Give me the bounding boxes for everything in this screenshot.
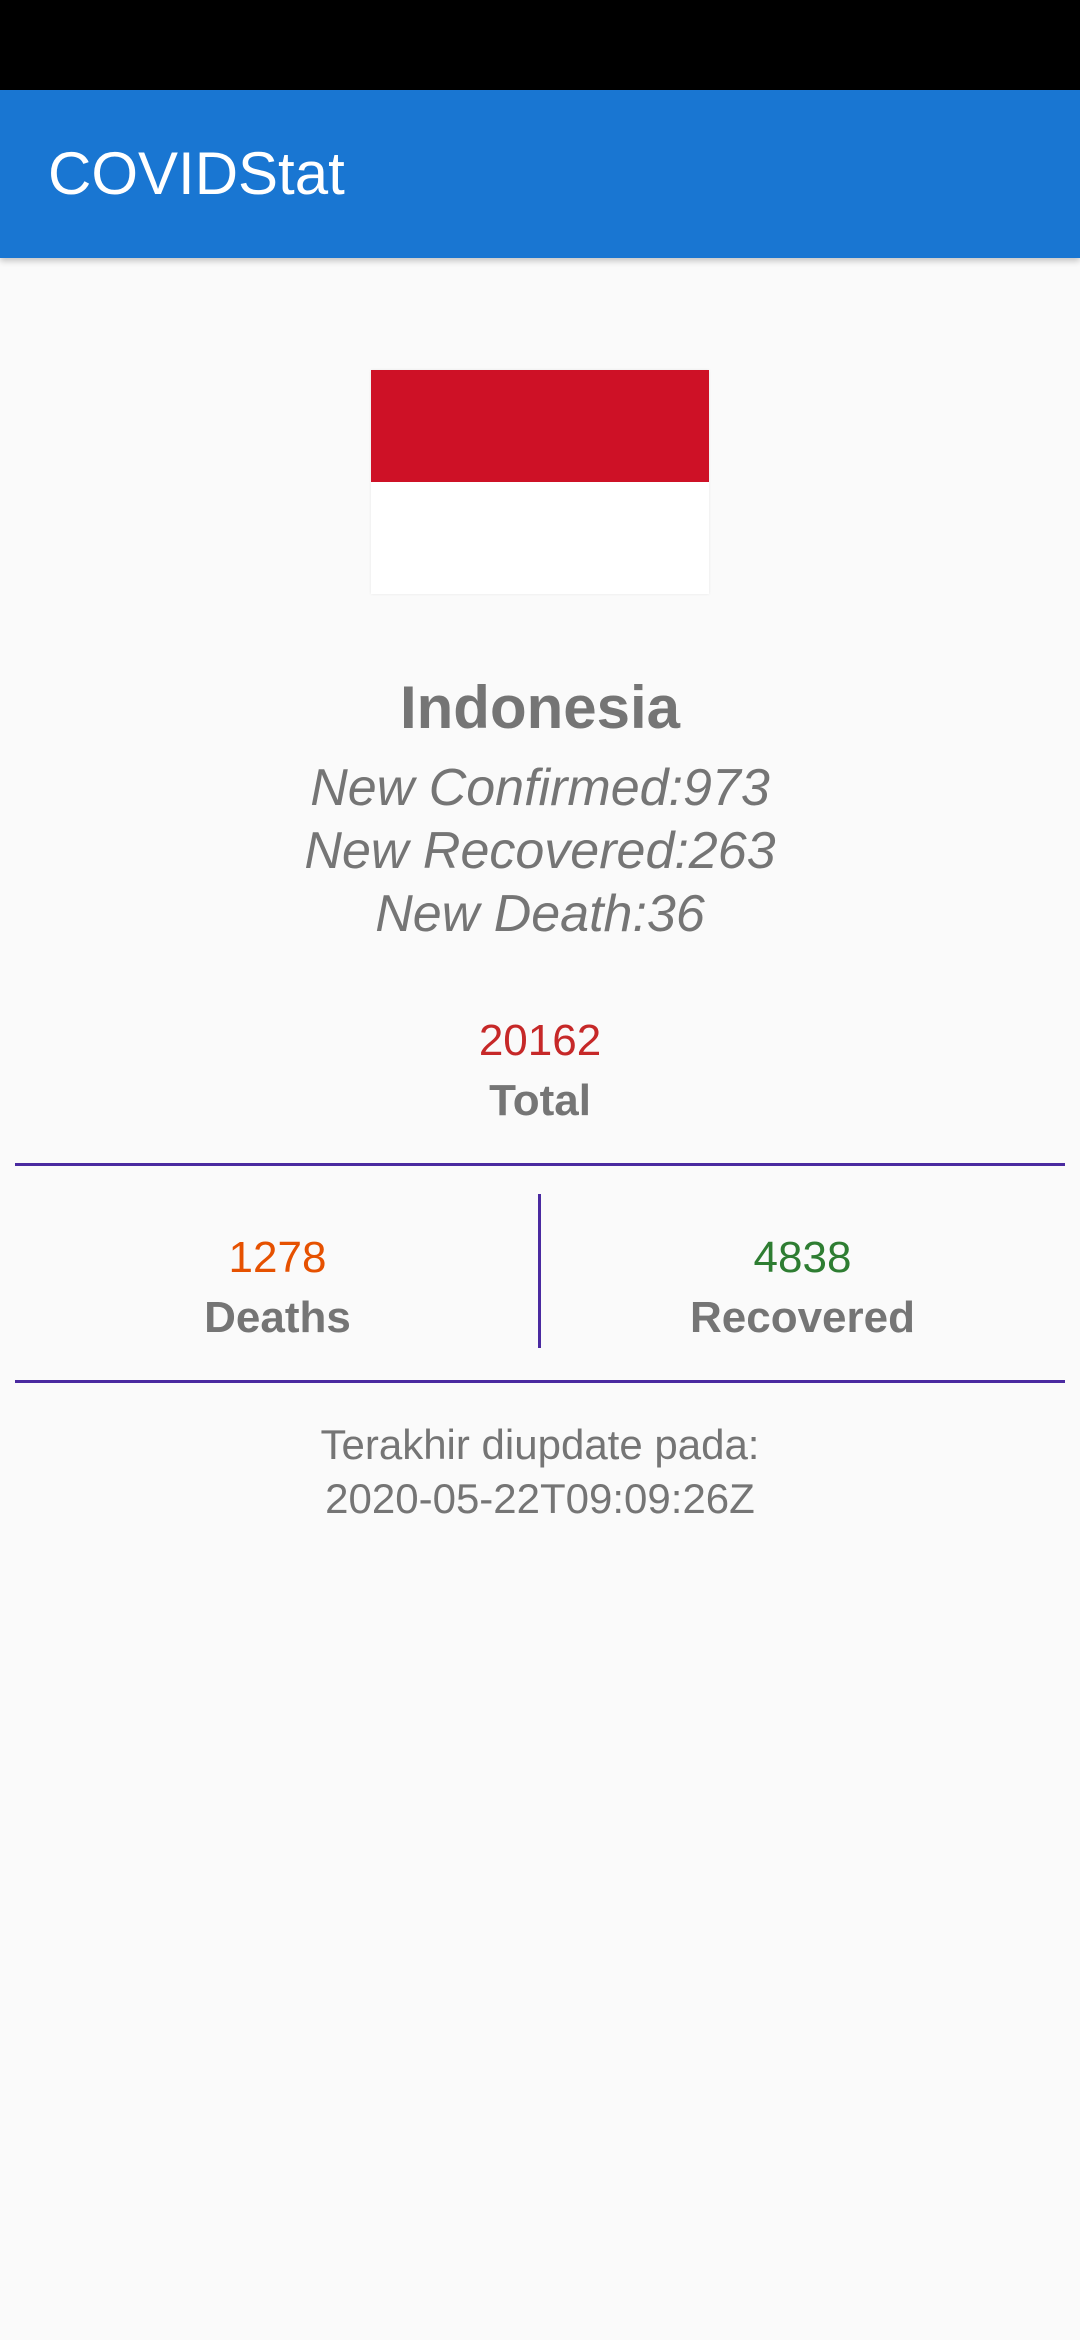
app-bar: COVIDStat xyxy=(0,90,1080,258)
recovered-label: Recovered xyxy=(689,1293,915,1342)
stats-divider-top xyxy=(15,1163,1065,1166)
new-recovered-text: New Recovered:263 xyxy=(304,822,776,880)
stats-divider-bottom xyxy=(15,1380,1065,1383)
total-cases-label: Total xyxy=(489,1076,591,1125)
new-death-text: New Death:36 xyxy=(375,885,705,943)
deaths-label: Deaths xyxy=(204,1293,351,1342)
last-updated-label: Terakhir diupdate pada: xyxy=(320,1421,760,1468)
country-flag-image xyxy=(371,370,709,594)
flag-red-stripe xyxy=(371,370,709,482)
status-bar xyxy=(0,0,1080,90)
country-name: Indonesia xyxy=(399,674,681,741)
recovered-stat: 4838 Recovered xyxy=(540,1228,1065,1348)
flag-white-stripe xyxy=(371,482,709,594)
total-cases-value: 20162 xyxy=(478,1016,602,1065)
main-content: Indonesia New Confirmed:973 New Recovere… xyxy=(0,258,1080,2340)
deaths-stat: 1278 Deaths xyxy=(15,1228,540,1348)
deaths-value: 1278 xyxy=(228,1233,327,1282)
last-updated-timestamp: 2020-05-22T09:09:26Z xyxy=(325,1475,755,1522)
new-confirmed-text: New Confirmed:973 xyxy=(310,759,770,817)
recovered-value: 4838 xyxy=(753,1233,852,1282)
app-title: COVIDStat xyxy=(48,140,345,207)
